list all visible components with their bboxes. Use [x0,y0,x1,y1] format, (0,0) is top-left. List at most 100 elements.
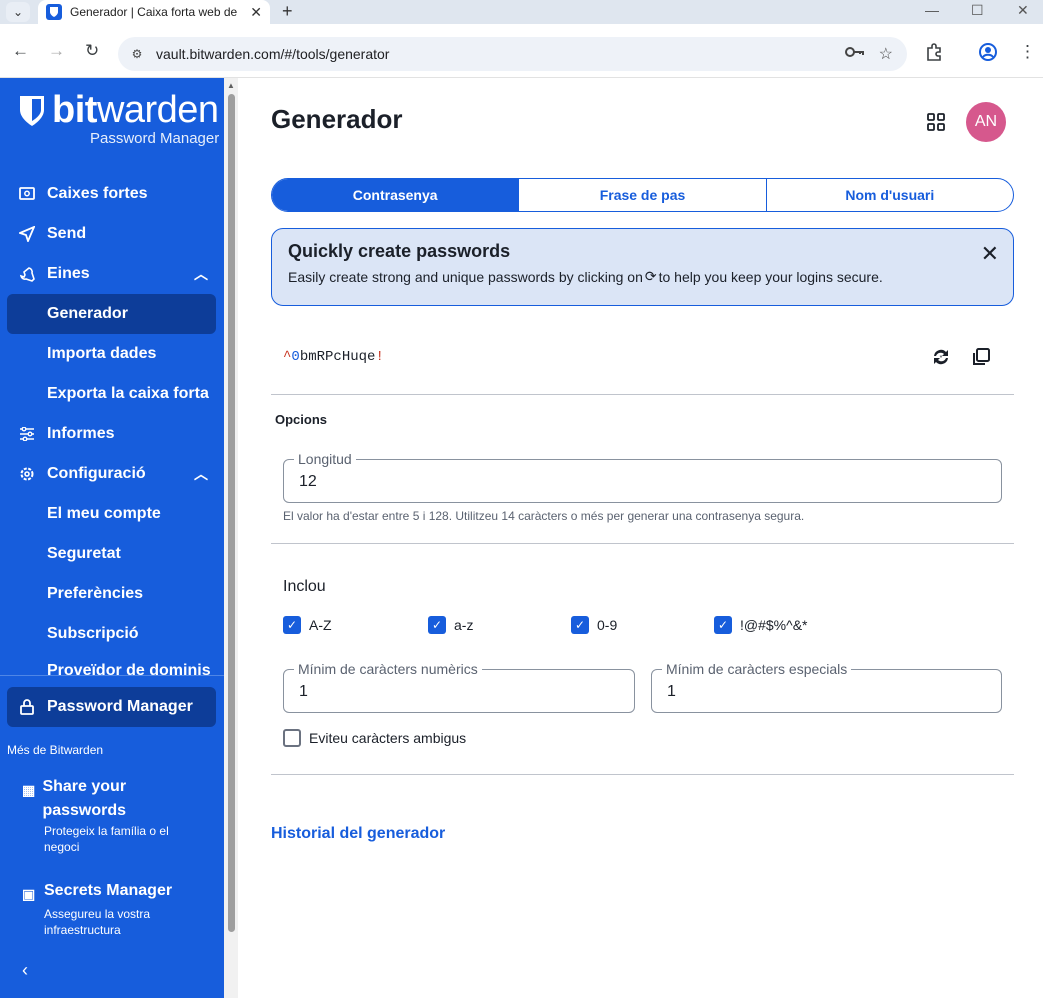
maximize-icon[interactable]: ☐ [971,2,984,19]
promo-share-passwords[interactable]: ▦ Share your passwords Protegeix la famíl… [22,775,202,855]
tab-passphrase[interactable]: Frase de pas [518,179,765,211]
checkbox-uppercase[interactable]: ✓ A-Z [283,616,332,634]
tab-username[interactable]: Nom d'usuari [765,179,1013,211]
bitwarden-shield-icon [20,96,44,126]
min-special-field[interactable]: Mínim de caràcters especials 1 [651,661,1002,713]
sliders-icon [7,427,47,441]
product-switch-password-manager[interactable]: Password Manager [7,687,216,727]
account-avatar[interactable]: AN [966,102,1006,142]
page-title: Generador [271,104,403,134]
callout-body: Easily create strong and unique password… [288,268,883,285]
bitwarden-logo[interactable]: bitwarden [18,91,219,129]
check-icon: ✓ [714,616,732,634]
extensions-icon[interactable] [924,42,944,67]
sidebar: bitwarden Password Manager Caixes fortes… [0,78,224,998]
terminal-icon: ▣ [22,886,36,902]
scrollbar-thumb[interactable] [228,94,235,932]
include-heading: Inclou [283,578,326,595]
bookmark-star-icon[interactable]: ☆ [879,44,893,64]
length-field[interactable]: Longitud 12 [283,451,1002,503]
sidebar-item-tools[interactable]: Eines ︿ [7,254,216,294]
sidebar-scrollbar[interactable]: ▲ [224,78,238,998]
sidebar-item-my-account[interactable]: El meu compte [7,494,216,534]
reload-icon[interactable]: ↻ [85,41,99,61]
send-icon [7,226,47,242]
check-icon: ✓ [571,616,589,634]
check-icon: ✓ [428,616,446,634]
generator-history-link[interactable]: Historial del generador [271,825,445,843]
close-window-icon[interactable]: ✕ [1017,2,1029,19]
browser-tab[interactable]: Generador | Caixa forta web de ✕ [38,0,270,24]
sidebar-item-generator[interactable]: Generador [7,294,216,334]
sidebar-item-security[interactable]: Seguretat [7,534,216,574]
sidebar-item-preferences[interactable]: Preferències [7,574,216,614]
min-special-value: 1 [667,683,676,700]
regenerate-icon[interactable]: * [929,345,953,369]
gear-icon [7,466,47,482]
sidebar-item-domain-rules[interactable]: Proveïdor de dominis [7,654,216,676]
forward-icon[interactable]: → [48,41,65,61]
check-icon: ✓ [283,616,301,634]
sidebar-item-send[interactable]: Send [7,214,216,254]
site-settings-icon[interactable]: ⚙ [128,45,146,63]
back-icon[interactable]: ← [12,41,29,61]
info-callout: Quickly create passwords Easily create s… [271,228,1014,306]
length-label: Longitud [294,451,356,467]
options-heading: Opcions [275,412,328,427]
product-switcher-grid-icon[interactable] [926,112,946,132]
min-numeric-label: Mínim de caràcters numèrics [294,661,482,677]
sidebar-item-export[interactable]: Exporta la caixa forta [7,374,216,414]
min-numeric-field[interactable]: Mínim de caràcters numèrics 1 [283,661,635,713]
generated-password-row: ^0bmRPcHuqe! * [271,333,1014,383]
close-callout-icon[interactable]: ✕ [981,241,999,267]
sidebar-item-settings[interactable]: Configuració ︿ [7,454,216,494]
logo-subtitle: Password Manager [90,130,220,147]
checkbox-avoid-ambiguous[interactable]: Eviteu caràcters ambigus [283,729,466,747]
callout-heading: Quickly create passwords [288,241,511,261]
checkbox-special[interactable]: ✓ !@#$%^&* [714,616,807,634]
chevron-up-icon: ︿ [194,466,208,482]
tab-password[interactable]: Contrasenya [272,179,519,211]
promo-secrets-manager[interactable]: ▣ Secrets Manager Assegureu la vostra inf… [22,879,202,938]
tab-title: Generador | Caixa forta web de [70,5,238,19]
length-hint: El valor ha d'estar entre 5 i 128. Utili… [283,509,805,523]
minimize-icon[interactable]: — [925,2,939,18]
length-value: 12 [299,473,317,490]
close-tab-icon[interactable]: ✕ [250,4,262,21]
key-icon[interactable] [844,45,865,63]
min-special-label: Mínim de caràcters especials [662,661,852,677]
lock-icon [7,699,47,715]
svg-text:*: * [940,355,943,362]
more-from-bitwarden-label: Més de Bitwarden [7,743,104,757]
sidebar-divider [0,675,224,676]
chevron-up-icon: ︿ [194,266,208,282]
bitwarden-favicon-icon [46,4,62,20]
generated-password[interactable]: ^0bmRPcHuqe! [283,349,384,365]
divider [271,394,1014,395]
sidebar-item-subscription[interactable]: Subscripció [7,614,216,654]
checkbox-lowercase[interactable]: ✓ a-z [428,616,473,634]
checkbox-numbers[interactable]: ✓ 0-9 [571,616,617,634]
address-bar[interactable]: ⚙ vault.bitwarden.com/#/tools/generator … [118,37,907,71]
sidebar-item-reports[interactable]: Informes [7,414,216,454]
generator-type-toggle: Contrasenya Frase de pas Nom d'usuari [271,178,1014,212]
browser-menu-icon[interactable]: ⋮ [1019,42,1036,62]
collapse-sidebar-icon[interactable]: ‹ [22,960,28,981]
main-content: Generador AN Contrasenya Frase de pas No… [238,78,1043,998]
divider [271,543,1014,544]
vault-icon [7,187,47,201]
sidebar-item-import[interactable]: Importa dades [7,334,216,374]
tab-search-chevron-icon[interactable]: ⌄ [6,2,30,22]
browser-tab-strip: ⌄ Generador | Caixa forta web de ✕ + — ☐… [0,0,1043,24]
regenerate-inline-icon: ⟳ [644,268,657,284]
profile-icon[interactable] [978,42,998,67]
url-text: vault.bitwarden.com/#/tools/generator [156,46,390,62]
wrench-icon [7,266,47,282]
new-tab-icon[interactable]: + [282,1,293,22]
building-icon: ▦ [22,782,36,798]
copy-icon[interactable] [969,345,993,369]
min-numeric-value: 1 [299,683,308,700]
divider [271,774,1014,775]
scroll-up-arrow-icon[interactable]: ▲ [227,81,235,90]
sidebar-item-vaults[interactable]: Caixes fortes [7,174,216,214]
